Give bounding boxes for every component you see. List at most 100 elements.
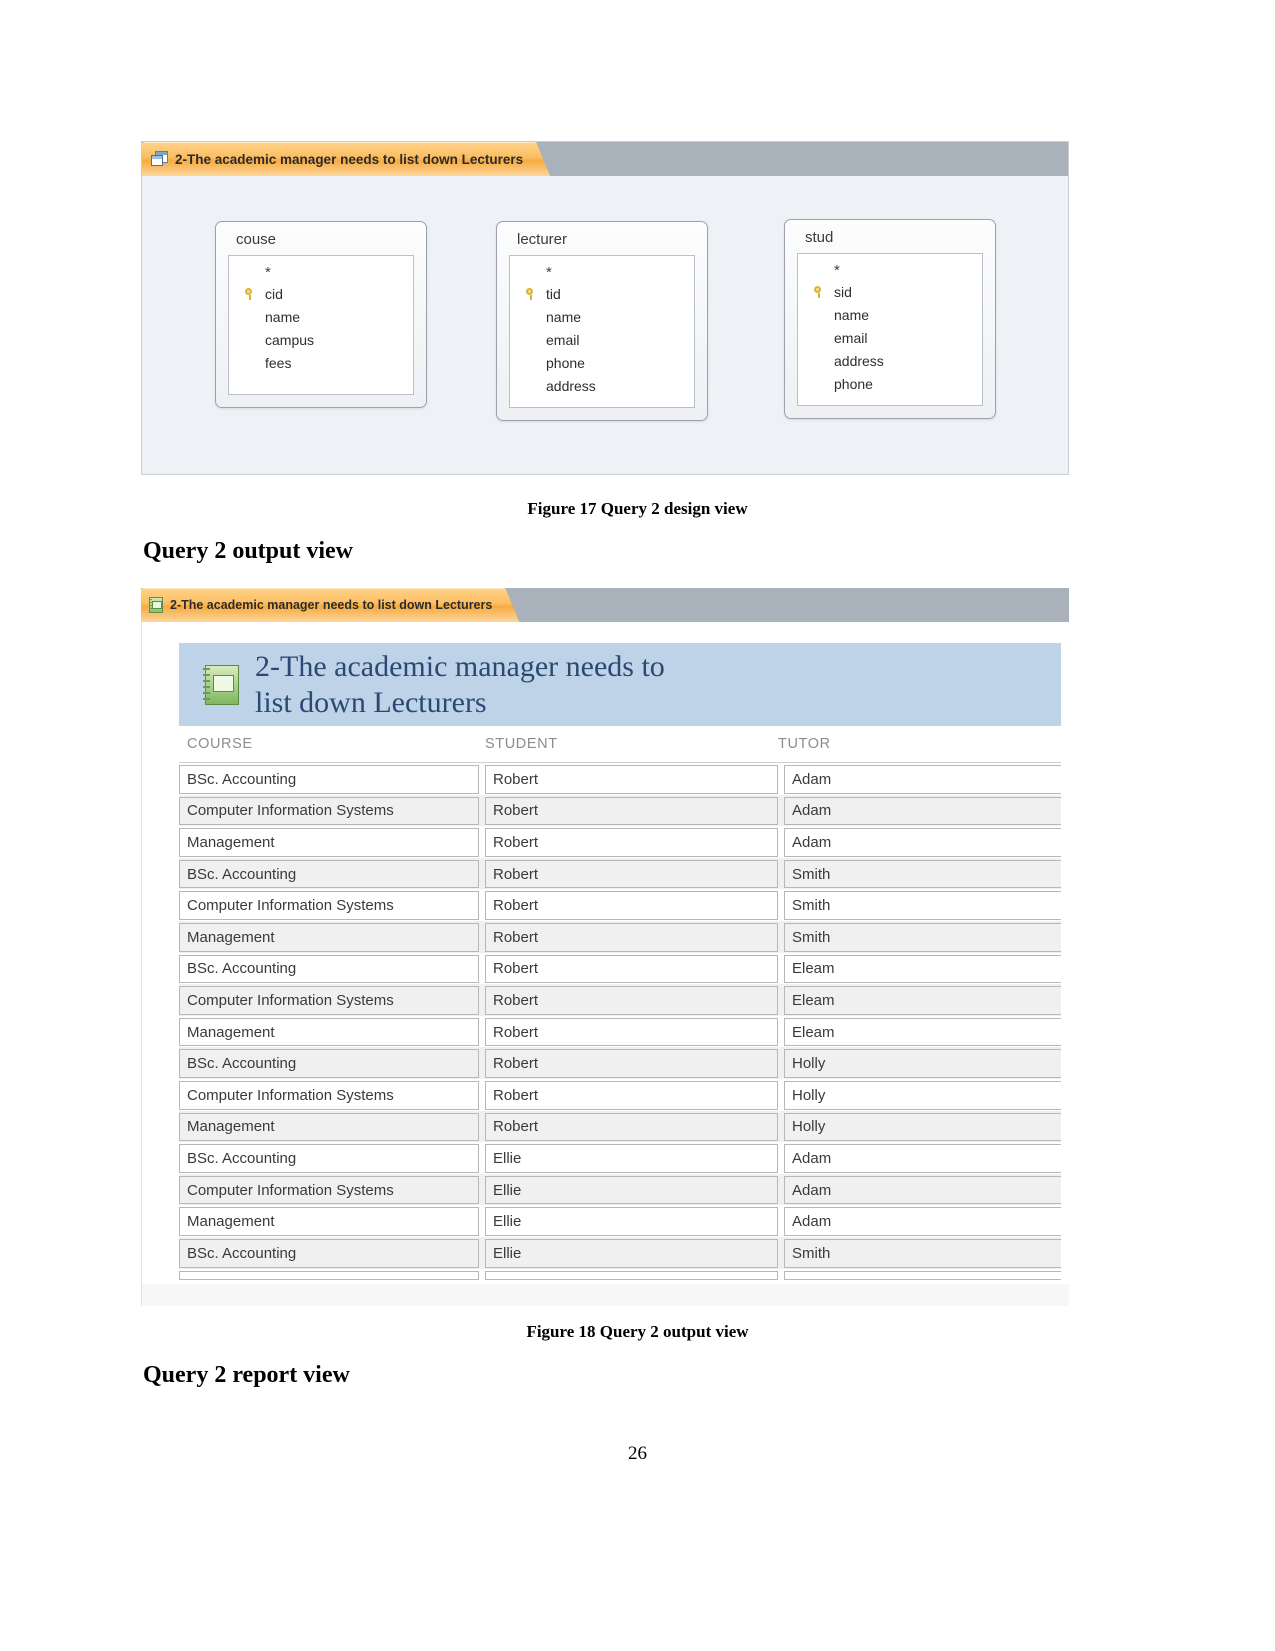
cell-course[interactable]: Management — [179, 1112, 479, 1142]
table-row[interactable]: BSc. Accounting Ellie Smith — [179, 1236, 1061, 1269]
table-row[interactable]: Management Robert Eleam — [179, 1016, 1061, 1048]
cell-course[interactable]: Computer Information Systems — [179, 891, 479, 920]
cell-student[interactable]: Ellie — [485, 1175, 778, 1205]
field-star[interactable]: * — [229, 262, 413, 282]
cell-student[interactable]: Robert — [485, 986, 778, 1015]
table-row[interactable]: Management Robert Adam — [179, 826, 1061, 858]
field-row-sid[interactable]: sid — [798, 280, 982, 303]
field-row-name[interactable]: name — [510, 305, 694, 328]
field-label: name — [546, 308, 582, 325]
field-list-couse[interactable]: * cid name campus fees — [228, 255, 414, 395]
cell-course[interactable]: BSc. Accounting — [179, 859, 479, 889]
table-field-list-lecturer[interactable]: lecturer * tid name email phone address — [496, 221, 708, 421]
cell-student[interactable]: Ellie — [485, 1144, 778, 1173]
cell-course[interactable]: BSc. Accounting — [179, 1049, 479, 1078]
table-field-list-stud[interactable]: stud * sid name email address phone — [784, 219, 996, 419]
cell-student[interactable]: Robert — [485, 796, 778, 826]
cell-student[interactable]: Robert — [485, 1017, 778, 1047]
table-row[interactable]: BSc. Accounting Ellie Adam — [179, 1142, 1061, 1174]
field-row-address[interactable]: address — [798, 349, 982, 372]
cell-student[interactable]: Robert — [485, 891, 778, 920]
cell-tutor[interactable]: Holly — [784, 1112, 1061, 1142]
cell-student[interactable]: Robert — [485, 922, 778, 952]
table-row[interactable]: BSc. Accounting Robert Holly — [179, 1047, 1061, 1079]
cell-course[interactable]: BSc. Accounting — [179, 1144, 479, 1173]
field-row-cid[interactable]: cid — [229, 282, 413, 305]
cell-course[interactable]: BSc. Accounting — [179, 765, 479, 794]
cell-tutor[interactable]: Smith — [784, 922, 1061, 952]
table-row[interactable]: Computer Information Systems Ellie Adam — [179, 1173, 1061, 1206]
field-list-stud[interactable]: * sid name email address phone — [797, 253, 983, 406]
table-row[interactable]: Management Robert Smith — [179, 920, 1061, 953]
cell-student[interactable]: Robert — [485, 1112, 778, 1142]
cell-tutor[interactable]: Adam — [784, 765, 1061, 794]
table-row[interactable]: Computer Information Systems Robert Adam — [179, 794, 1061, 827]
table-row[interactable]: Management Ellie Adam — [179, 1205, 1061, 1237]
field-row-email[interactable]: email — [798, 326, 982, 349]
cell-tutor[interactable]: Smith — [784, 891, 1061, 920]
cell-student[interactable] — [485, 1270, 778, 1280]
cell-tutor[interactable]: Adam — [784, 1175, 1061, 1205]
cell-course[interactable]: Management — [179, 1017, 479, 1047]
cell-course[interactable] — [179, 1270, 479, 1280]
cell-tutor[interactable]: Adam — [784, 1207, 1061, 1236]
cell-course[interactable]: Management — [179, 828, 479, 857]
table-row[interactable]: BSc. Accounting Robert Eleam — [179, 953, 1061, 985]
cell-tutor[interactable]: Adam — [784, 796, 1061, 826]
field-row-campus[interactable]: campus — [229, 328, 413, 351]
document-tab-query-design[interactable]: 2-The academic manager needs to list dow… — [142, 142, 538, 176]
field-row-name[interactable]: name — [798, 303, 982, 326]
field-row-phone[interactable]: phone — [510, 351, 694, 374]
cell-tutor[interactable]: Adam — [784, 1144, 1061, 1173]
field-label: cid — [265, 285, 283, 302]
cell-student[interactable]: Robert — [485, 1080, 778, 1110]
field-row-address[interactable]: address — [510, 374, 694, 397]
cell-course[interactable]: Management — [179, 1207, 479, 1236]
report-title-line-1: 2-The academic manager needs to — [255, 650, 665, 684]
field-row-fees[interactable]: fees — [229, 351, 413, 374]
field-list-lecturer[interactable]: * tid name email phone address — [509, 255, 695, 408]
cell-course[interactable]: BSc. Accounting — [179, 1238, 479, 1268]
cell-tutor[interactable] — [784, 1270, 1061, 1280]
table-field-list-couse[interactable]: couse * cid name campus fees — [215, 221, 427, 408]
table-row[interactable]: BSc. Accounting Robert Adam — [179, 763, 1061, 795]
cell-student[interactable]: Ellie — [485, 1207, 778, 1236]
field-row-email[interactable]: email — [510, 328, 694, 351]
cell-tutor[interactable]: Holly — [784, 1049, 1061, 1078]
primary-key-icon — [245, 286, 265, 302]
field-star[interactable]: * — [510, 262, 694, 282]
table-row[interactable]: BSc. Accounting Robert Smith — [179, 857, 1061, 890]
cell-tutor[interactable]: Adam — [784, 828, 1061, 857]
cell-tutor[interactable]: Smith — [784, 1238, 1061, 1268]
cell-student[interactable]: Robert — [485, 828, 778, 857]
cell-tutor[interactable]: Smith — [784, 859, 1061, 889]
cell-course[interactable]: BSc. Accounting — [179, 954, 479, 984]
field-star[interactable]: * — [798, 260, 982, 280]
cell-course[interactable]: Computer Information Systems — [179, 796, 479, 826]
field-row-name[interactable]: name — [229, 305, 413, 328]
cell-course[interactable]: Computer Information Systems — [179, 1080, 479, 1110]
table-row[interactable]: Computer Information Systems Robert Smit… — [179, 889, 1061, 921]
cell-tutor[interactable]: Eleam — [784, 986, 1061, 1015]
cell-tutor[interactable]: Holly — [784, 1080, 1061, 1110]
table-row[interactable]: Management Robert Holly — [179, 1110, 1061, 1143]
field-label: phone — [834, 375, 873, 392]
document-tab-query-output[interactable]: 2-The academic manager needs to list dow… — [141, 588, 507, 622]
cell-course[interactable]: Management — [179, 922, 479, 952]
cell-course[interactable]: Computer Information Systems — [179, 1175, 479, 1205]
table-row[interactable]: Computer Information Systems Robert Holl… — [179, 1079, 1061, 1111]
query-design-canvas[interactable]: couse * cid name campus fees lecturer * … — [142, 176, 1068, 474]
cell-student[interactable]: Ellie — [485, 1238, 778, 1268]
report-viewport[interactable]: 2-The academic manager needs to list dow… — [141, 622, 1069, 1306]
table-row[interactable]: Computer Information Systems Robert Elea… — [179, 984, 1061, 1016]
cell-student[interactable]: Robert — [485, 859, 778, 889]
field-row-tid[interactable]: tid — [510, 282, 694, 305]
table-row-clipped[interactable] — [179, 1269, 1061, 1281]
cell-tutor[interactable]: Eleam — [784, 1017, 1061, 1047]
field-row-phone[interactable]: phone — [798, 372, 982, 395]
cell-course[interactable]: Computer Information Systems — [179, 986, 479, 1015]
cell-student[interactable]: Robert — [485, 1049, 778, 1078]
cell-student[interactable]: Robert — [485, 954, 778, 984]
cell-student[interactable]: Robert — [485, 765, 778, 794]
cell-tutor[interactable]: Eleam — [784, 954, 1061, 984]
